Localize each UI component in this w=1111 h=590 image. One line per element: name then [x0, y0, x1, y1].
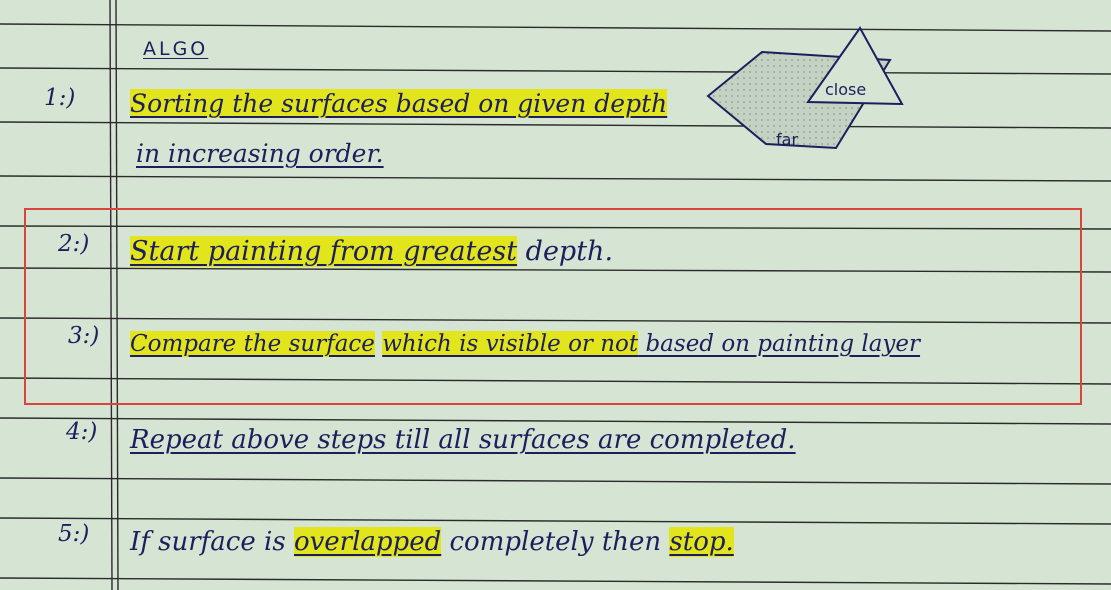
overlap-sketch [706, 26, 904, 150]
algo-heading: ALGO [143, 38, 209, 60]
label-close: close [825, 80, 867, 99]
step-1-line-1: Sorting the surfaces based on given dept… [130, 88, 668, 120]
selection-box [24, 208, 1082, 405]
highlighted-text: Sorting the surfaces based on given dept… [130, 89, 668, 118]
step-number-1: 1:) [44, 85, 76, 111]
notebook-page: ALGO 1:) 2:) 3:) 4:) 5:) Sorting the sur… [0, 0, 1111, 590]
highlighted-text: stop. [669, 527, 734, 557]
step-number-4: 4:) [66, 419, 98, 445]
step-text: in increasing order. [136, 139, 384, 168]
step-1-line-2: in increasing order. [136, 138, 384, 170]
highlighted-text: overlapped [293, 527, 442, 557]
step-text: completely then [441, 527, 670, 557]
label-far: far [776, 130, 799, 149]
step-text: If surface is [130, 527, 294, 557]
step-number-5: 5:) [58, 521, 90, 547]
step-text: Repeat above steps till all surfaces are… [130, 425, 796, 455]
step-5-line-1: If surface is overlapped completely then… [130, 526, 734, 558]
step-4-line-1: Repeat above steps till all surfaces are… [130, 424, 796, 456]
